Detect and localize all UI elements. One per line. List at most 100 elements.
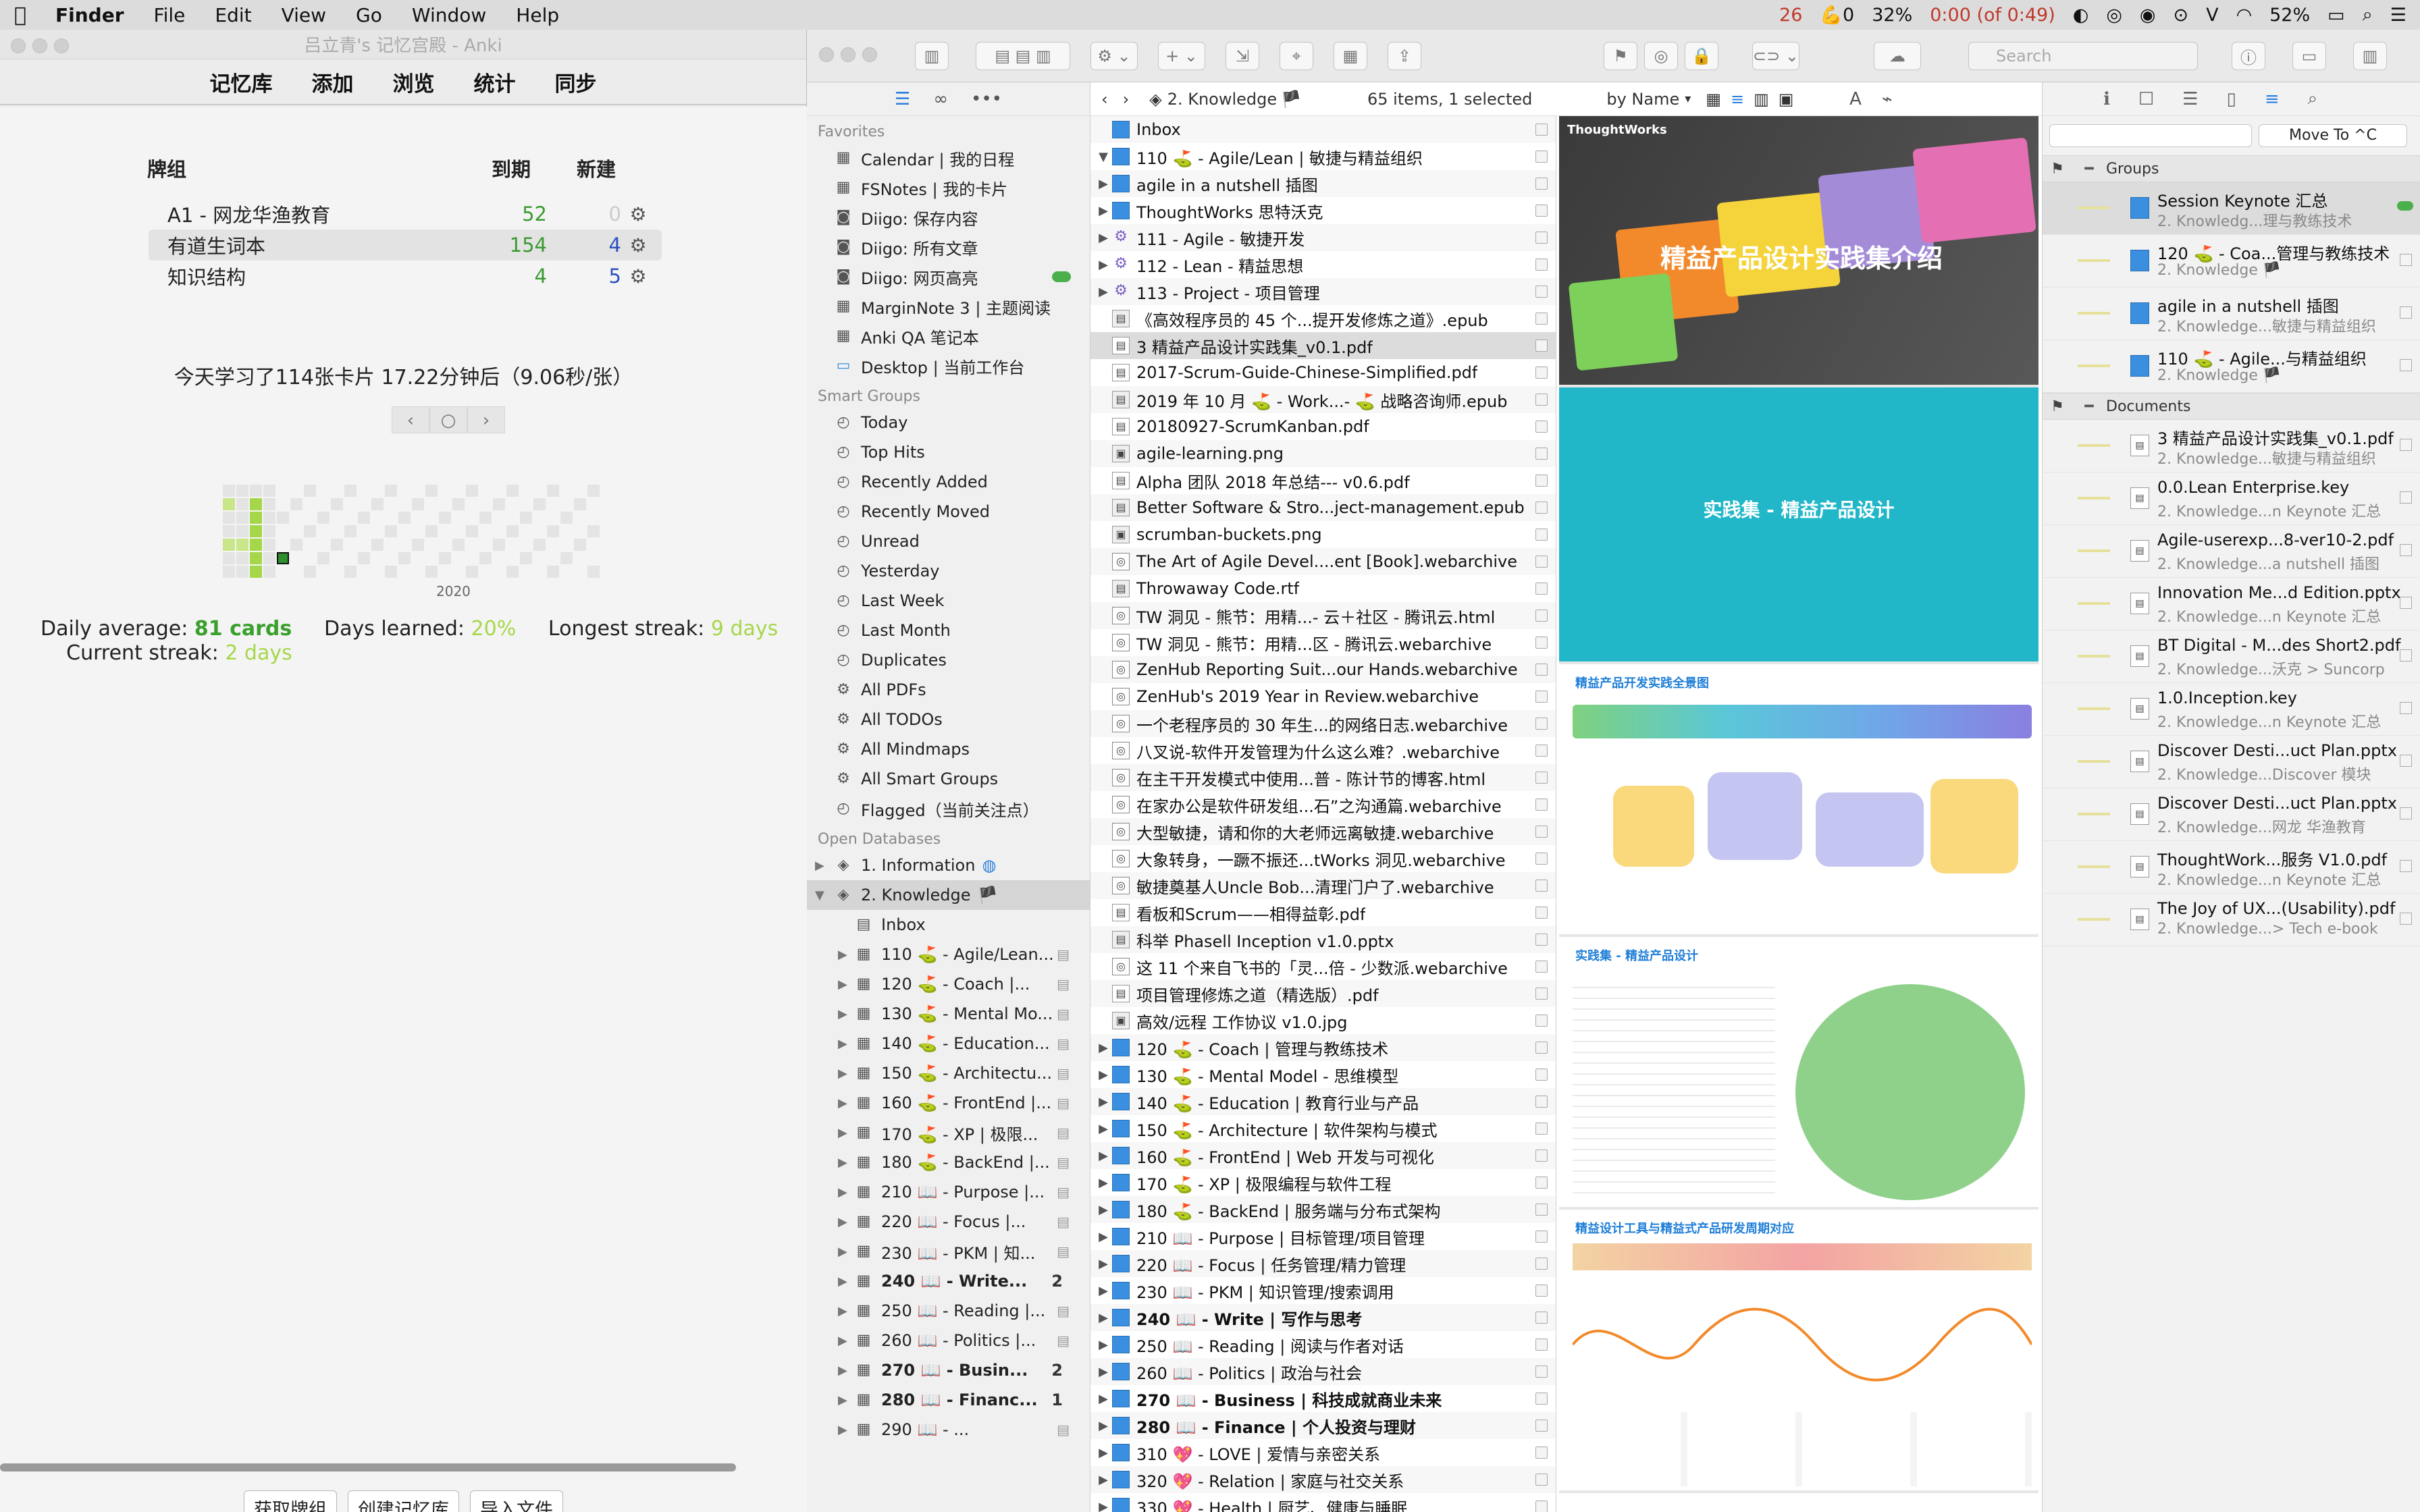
more-icon[interactable]: ••• [971,89,1002,109]
list-view-icon[interactable]: ≡ [1731,90,1744,109]
sidebar-group-item[interactable]: ▶ ▦ 140 ⛳ - Education... ▤ [807,1029,1090,1058]
disclosure-icon[interactable]: ▶ [838,1245,847,1259]
list-item[interactable]: ▶ 280 📖 - Finance | 个人投资与理财 [1090,1412,1556,1439]
list-item[interactable]: ◎ ZenHub's 2019 Year in Review.webarchive [1090,683,1556,710]
list-item[interactable]: ▶ 220 📖 - Focus | 任务管理/精力管理 [1090,1250,1556,1277]
disclosure-icon[interactable]: ▶ [838,1393,847,1407]
related-document-item[interactable]: ▤ Discover Desti...uct Plan.pptx 2. Knowle… [2043,736,2420,788]
flag-icon[interactable]: ⚑ [1604,42,1637,70]
related-document-item[interactable]: ▤ Agile-userexp...8-ver10-2.pdf 2. Knowled… [2043,525,2420,578]
decks-tab[interactable]: 记忆库 [210,67,273,97]
list-item[interactable]: ▤ 3 精益产品设计实践集_v0.1.pdf [1090,332,1556,359]
disclosure-icon[interactable]: ▶ [838,1364,847,1378]
sidebar-group-item[interactable]: ▶ ▦ 170 ⛳ - XP | 极限... ▤ [807,1118,1090,1148]
list-item[interactable]: ▶ agile in a nutshell 插图 [1090,170,1556,197]
font-icon[interactable]: A [1849,89,1862,109]
column-view-icon[interactable]: ▥ [1754,90,1769,109]
document-icon[interactable]: ▯ [2227,89,2236,109]
search-input[interactable]: Search [1968,42,2198,70]
horizontal-scrollbar[interactable] [0,1463,736,1472]
sidebar-group-item[interactable]: ▶ ▦ 220 📖 - Focus |... ▤ [807,1207,1090,1237]
list-item[interactable]: ▤ 科举 Phasell Inception v1.0.pptx [1090,926,1556,953]
list-item[interactable]: ◎ 一个老程序员的 30 年生...的网络日志.webarchive [1090,710,1556,737]
list-item[interactable]: ▤ 看板和Scrum——相得益彰.pdf [1090,899,1556,926]
list-item[interactable]: Inbox [1090,116,1556,143]
close-window-button[interactable] [819,47,834,62]
link-icon[interactable]: ⌁ [1882,89,1893,109]
classify-icon[interactable]: ▦ [1334,42,1367,70]
sidebar-smart-group[interactable]: ◴ Recently Moved [807,497,1090,526]
inspector-search-input[interactable] [2049,124,2252,147]
deck-name[interactable]: 有道生词本 [149,231,473,259]
disclosure-icon[interactable]: ▶ [1095,1419,1112,1433]
disclosure-icon[interactable]: ▶ [838,1423,847,1437]
sort-menu[interactable]: by Name [1606,90,1679,109]
add-tab[interactable]: 添加 [312,67,354,97]
related-group-item[interactable]: agile in a nutshell 插图 2. Knowledge...敏捷与… [2043,288,2420,340]
sidebar-group-item[interactable]: ▶ ▦ 280 📖 - Financ... 1 [807,1385,1090,1415]
list-item[interactable]: ▶ 140 ⛳ - Education | 教育行业与产品 [1090,1088,1556,1115]
list-item[interactable]: ▤ 20180927-ScrumKanban.pdf [1090,413,1556,440]
list-item[interactable]: ◎ TW 洞见 - 熊节：用精...- 云＋社区 - 腾讯云.html [1090,602,1556,629]
sidebar-favorite-item[interactable]: ▦ Calendar | 我的日程 [807,143,1090,173]
disclosure-icon[interactable]: ▶ [838,1126,847,1140]
gear-icon[interactable]: ⚙ [621,203,655,225]
sidebar-group-item[interactable]: ▤ Inbox [807,910,1090,940]
list-item[interactable]: ▶ 130 ⛳ - Mental Model - 思维模型 [1090,1061,1556,1088]
status-count-2[interactable]: 💪0 [1820,4,1854,26]
menu-help[interactable]: Help [501,4,574,26]
disclosure-icon[interactable]: ▶ [1095,1068,1112,1082]
menu-view[interactable]: View [267,4,341,26]
status-icon[interactable]: ◎ [2106,5,2122,26]
disclosure-icon[interactable]: ▼ [1095,150,1112,164]
deck-row[interactable]: 知识结构 4 5 ⚙ [149,261,662,292]
related-group-item[interactable]: 120 ⛳ - Coa...管理与教练技术 2. Knowledge 🏴 [2043,235,2420,288]
list-item[interactable]: ▶ 170 ⛳ - XP | 极限编程与软件工程 [1090,1169,1556,1196]
disclosure-icon[interactable]: ▶ [838,948,847,962]
gear-icon[interactable]: ⚙ [621,265,655,288]
list-item[interactable]: ◎ 八叉说-软件开发管理为什么这么难？.webarchive [1090,737,1556,764]
view-mode-icon[interactable]: ▤ ▤ ▥ [976,42,1070,70]
sidebar-smart-group[interactable]: ◴ Flagged（当前关注点） [807,794,1090,824]
list-item[interactable]: ◎ TW 洞见 - 熊节：用精...区 - 腾讯云.webarchive [1090,629,1556,656]
minimize-window-button[interactable] [32,38,47,53]
disclosure-icon[interactable]: ▶ [1095,1230,1112,1244]
unread-icon[interactable]: ◎ [1644,42,1678,70]
disclosure-icon[interactable]: ▶ [1095,231,1112,245]
list-item[interactable]: ▶ 320 💖 - Relation | 家庭与社交关系 [1090,1466,1556,1493]
minimize-window-button[interactable] [841,47,856,62]
disclosure-icon[interactable]: ▶ [838,1156,847,1170]
disclosure-icon[interactable]: ▶ [1095,1284,1112,1298]
status-icon[interactable]: ◐ [2073,5,2089,26]
disclosure-icon[interactable]: ▶ [1095,1338,1112,1352]
sidebar-group-item[interactable]: ▶ ▦ 110 ⛳ - Agile/Lean... ▤ [807,940,1090,969]
sidebar-smart-group[interactable]: ◴ Unread [807,526,1090,556]
list-item[interactable]: ▶ 250 📖 - Reading | 阅读与作者对话 [1090,1331,1556,1358]
sidebar-favorite-item[interactable]: ◙ Diigo: 保存内容 [807,202,1090,232]
sidebar-group-item[interactable]: ▶ ▦ 180 ⛳ - BackEnd |... ▤ [807,1148,1090,1177]
vpn-icon[interactable]: V [2206,5,2218,26]
menu-go[interactable]: Go [341,4,397,26]
label-icon[interactable]: ⊂⊃ ⌄ [1752,42,1799,70]
disclosure-icon[interactable]: ▶ [838,1274,847,1289]
list-item[interactable]: ▶ ⚙ 112 - Lean - 精益思想 [1090,251,1556,278]
share-icon[interactable]: ⇪ [1388,42,1421,70]
list-item[interactable]: ▶ 150 ⛳ - Architecture | 软件架构与模式 [1090,1115,1556,1142]
related-document-item[interactable]: ▤ Discover Desti...uct Plan.pptx 2. Knowle… [2043,788,2420,841]
sidebar-group-item[interactable]: ▶ ▦ 240 📖 - Write... 2 [807,1266,1090,1296]
lock-icon[interactable]: 🔒 [1685,42,1718,70]
status-icon[interactable]: ⊙ [2173,5,2188,26]
list-item[interactable]: ▶ 310 💖 - LOVE | 爱情与亲密关系 [1090,1439,1556,1466]
sync-tab[interactable]: 同步 [555,67,597,97]
related-document-item[interactable]: ▤ 0.0.Lean Enterprise.key 2. Knowledge...n… [2043,473,2420,525]
sidebar-group-item[interactable]: ▶ ▦ 230 📖 - PKM | 知... ▤ [807,1237,1090,1266]
cpu-status[interactable]: 32% [1872,5,1912,26]
sidebar-favorite-item[interactable]: ▦ FSNotes | 我的卡片 [807,173,1090,202]
list-item[interactable]: ◎ 敏捷奠基人Uncle Bob...清理门户了.webarchive [1090,872,1556,899]
list-item[interactable]: ▶ 240 📖 - Write | 写作与思考 [1090,1304,1556,1331]
list-item[interactable]: ▣ agile-learning.png [1090,440,1556,467]
disclosure-icon[interactable]: ▶ [838,1007,847,1021]
disclosure-icon[interactable]: ▶ [1095,285,1112,299]
see-also-icon[interactable]: ≡ [2265,89,2280,109]
related-document-item[interactable]: ▤ Innovation Me...d Edition.pptx 2. Knowle… [2043,578,2420,630]
